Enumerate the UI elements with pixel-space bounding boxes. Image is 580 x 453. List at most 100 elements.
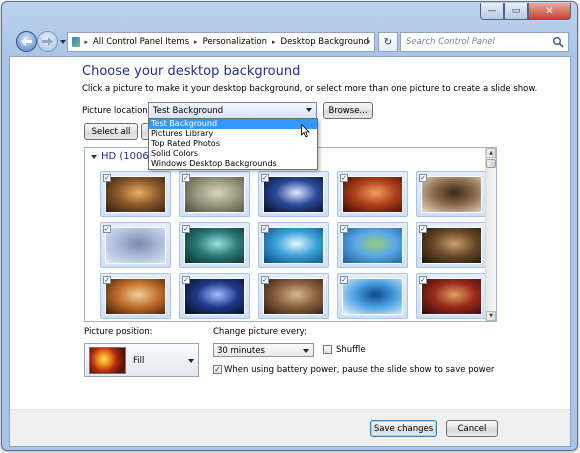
wallpaper-tile[interactable]: ✓ (337, 273, 408, 319)
recent-pages-button[interactable] (59, 38, 67, 46)
picture-location-dropdown: Test Background Pictures Library Top Rat… (148, 118, 318, 170)
back-arrow-icon (21, 37, 32, 46)
breadcrumb-desktop-background[interactable]: Desktop Background (281, 37, 369, 47)
wallpaper-checkbox[interactable]: ✓ (182, 174, 190, 182)
location-option-top-rated-photos[interactable]: Top Rated Photos (149, 139, 317, 149)
chevron-down-icon (60, 40, 66, 44)
wallpaper-gallery: HD (1006) ✓ ✓ ✓ ✓ ✓ ✓ ✓ ✓ ✓ ✓ ✓ ✓ ✓ ✓ ✓ ▲ ▼ (84, 147, 497, 322)
battery-pause-label[interactable]: When using battery power, pause the slid… (224, 365, 494, 375)
breadcrumb-separator[interactable]: ▸ (194, 38, 198, 46)
wallpaper-checkbox[interactable]: ✓ (103, 225, 111, 233)
group-header-label: HD (1006) (101, 151, 153, 162)
breadcrumb-all-control-panel-items[interactable]: All Control Panel Items (93, 37, 189, 47)
scroll-up-button[interactable]: ▲ (486, 148, 496, 158)
wallpaper-checkbox[interactable]: ✓ (103, 174, 111, 182)
breadcrumb-separator[interactable]: ▸ (272, 38, 276, 46)
shuffle-checkbox[interactable] (323, 345, 332, 354)
group-header[interactable]: HD (1006) (91, 151, 153, 162)
navigation-bar: ▸ All Control Panel Items ▸ Personalizat… (10, 29, 569, 53)
page-title: Choose your desktop background (82, 64, 301, 79)
wallpaper-thumbnail (105, 176, 166, 213)
breadcrumb-separator[interactable]: ▸ (84, 38, 88, 46)
wallpaper-tile[interactable]: ✓ (337, 222, 408, 268)
wallpaper-thumbnail (184, 278, 245, 315)
picture-location-label: Picture location: (82, 106, 151, 116)
wallpaper-tile[interactable]: ✓ (100, 222, 171, 268)
breadcrumb-personalization[interactable]: Personalization (203, 37, 267, 47)
wallpaper-checkbox[interactable]: ✓ (182, 276, 190, 284)
minimize-button[interactable]: — (480, 3, 504, 20)
wallpaper-checkbox[interactable]: ✓ (103, 276, 111, 284)
vertical-scrollbar[interactable]: ▲ ▼ (485, 148, 496, 321)
change-interval-select[interactable]: 30 minutes (213, 343, 314, 357)
back-button[interactable] (16, 31, 37, 52)
refresh-icon: ↻ (383, 36, 393, 48)
wallpaper-thumbnail (342, 176, 403, 213)
select-all-button[interactable]: Select all (84, 123, 138, 140)
shuffle-label[interactable]: Shuffle (336, 345, 366, 355)
wallpaper-thumbnail (105, 227, 166, 264)
wallpaper-tile[interactable]: ✓ (258, 273, 329, 319)
wallpaper-thumbnail (342, 278, 403, 315)
forward-button[interactable] (37, 31, 58, 52)
dialog-footer: Save changes Cancel (10, 409, 570, 446)
collapse-triangle-icon (91, 154, 97, 159)
picture-location-value: Test Background (153, 106, 224, 116)
picture-position-value: Fill (133, 356, 145, 366)
wallpaper-checkbox[interactable]: ✓ (340, 276, 348, 284)
location-option-pictures-library[interactable]: Pictures Library (149, 129, 317, 139)
wallpaper-checkbox[interactable]: ✓ (419, 225, 427, 233)
wallpaper-thumbnail (421, 176, 482, 213)
chevron-down-icon (306, 108, 312, 112)
address-dropdown-icon[interactable]: ▾ (366, 38, 370, 46)
wallpaper-checkbox[interactable]: ✓ (182, 225, 190, 233)
wallpaper-tile[interactable]: ✓ (416, 222, 487, 268)
wallpaper-thumbnail (184, 176, 245, 213)
location-option-test-background[interactable]: Test Background (149, 119, 317, 129)
wallpaper-checkbox[interactable]: ✓ (261, 225, 269, 233)
location-option-windows-desktop-backgrounds[interactable]: Windows Desktop Backgrounds (149, 159, 317, 169)
wallpaper-tile[interactable]: ✓ (179, 222, 250, 268)
cancel-button[interactable]: Cancel (446, 420, 498, 437)
close-button[interactable]: ✕ (528, 3, 571, 20)
picture-position-select[interactable]: Fill (84, 343, 199, 377)
wallpaper-thumbnail (342, 227, 403, 264)
battery-pause-checkbox[interactable]: ✓ (213, 365, 222, 374)
page-subtitle: Click a picture to make it your desktop … (82, 84, 538, 94)
browse-button[interactable]: Browse... (323, 102, 373, 119)
wallpaper-tile[interactable]: ✓ (337, 171, 408, 217)
wallpaper-tile[interactable]: ✓ (258, 222, 329, 268)
wallpaper-tile[interactable]: ✓ (100, 171, 171, 217)
wallpaper-thumbnail (263, 227, 324, 264)
search-icon[interactable] (552, 36, 564, 48)
control-panel-icon (72, 37, 81, 47)
maximize-button[interactable]: ▭ (504, 3, 528, 20)
wallpaper-checkbox[interactable]: ✓ (261, 174, 269, 182)
refresh-button[interactable]: ↻ (378, 32, 398, 52)
wallpaper-thumbnail (105, 278, 166, 315)
wallpaper-tile[interactable]: ✓ (416, 273, 487, 319)
picture-location-select[interactable]: Test Background (148, 102, 317, 119)
wallpaper-checkbox[interactable]: ✓ (419, 276, 427, 284)
wallpaper-tile[interactable]: ✓ (416, 171, 487, 217)
save-changes-button[interactable]: Save changes (370, 420, 437, 437)
mouse-cursor-icon (301, 124, 310, 138)
picture-position-label: Picture position: (84, 327, 153, 337)
location-option-solid-colors[interactable]: Solid Colors (149, 149, 317, 159)
wallpaper-thumbnail (184, 227, 245, 264)
change-picture-label: Change picture every: (213, 327, 307, 337)
search-input[interactable]: Search Control Panel (400, 32, 569, 52)
scroll-thumb[interactable] (486, 159, 496, 168)
wallpaper-checkbox[interactable]: ✓ (261, 276, 269, 284)
wallpaper-tile[interactable]: ✓ (258, 171, 329, 217)
wallpaper-checkbox[interactable]: ✓ (340, 225, 348, 233)
wallpaper-checkbox[interactable]: ✓ (340, 174, 348, 182)
content-pane: Choose your desktop background Click a p… (9, 56, 571, 447)
wallpaper-tile[interactable]: ✓ (100, 273, 171, 319)
wallpaper-tile[interactable]: ✓ (179, 273, 250, 319)
scroll-down-button[interactable]: ▼ (486, 311, 496, 321)
wallpaper-tile[interactable]: ✓ (179, 171, 250, 217)
caption-buttons: — ▭ ✕ (480, 3, 571, 20)
wallpaper-checkbox[interactable]: ✓ (419, 174, 427, 182)
address-bar[interactable]: ▸ All Control Panel Items ▸ Personalizat… (67, 32, 375, 52)
